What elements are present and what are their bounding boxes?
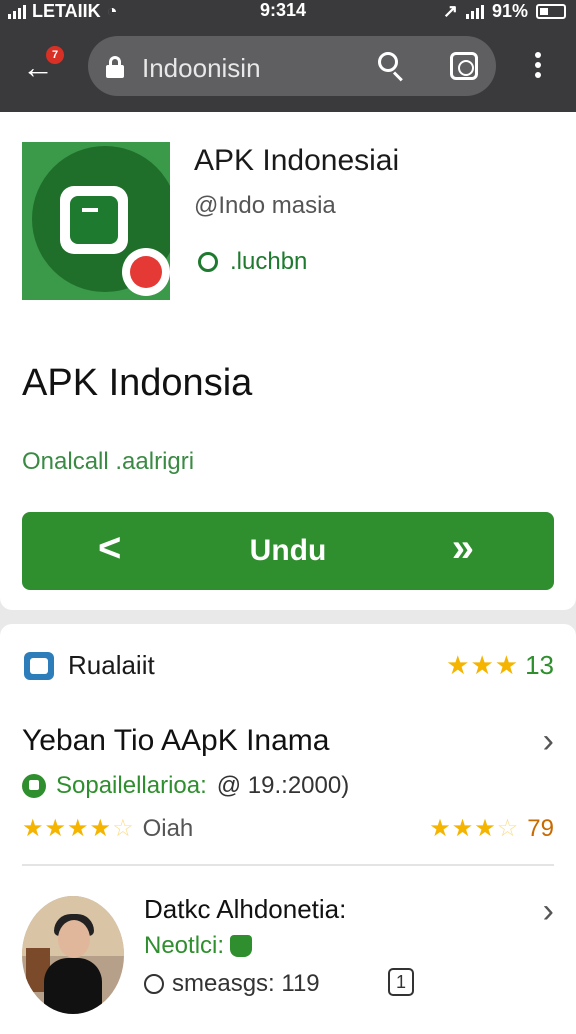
carrier-label: LETAIIK [32, 1, 101, 21]
cell-signal-icon [465, 4, 484, 19]
section-rating-stars: ★★★ [446, 650, 520, 680]
whatsapp-icon [22, 774, 46, 798]
review-rating-left: ★★★★☆ Oiah [22, 814, 193, 843]
status-right: ↗ 91% [443, 1, 566, 22]
location-icon: ↗ [442, 1, 458, 21]
menu-kebab-icon[interactable] [530, 52, 546, 82]
review-stars-right: ★★★☆ [429, 815, 520, 842]
download-label: Undu [249, 534, 327, 567]
details-card: Rualaiit ★★★ 13 Yeban Tio AApK Inama › S… [0, 624, 576, 1034]
user-subtitle-label: Neotlci: [144, 932, 225, 959]
review-meta: Sopailellarioa: @ 19.:2000) [22, 772, 349, 800]
back-badge: 7 [46, 46, 64, 64]
app-status: .luchbn [198, 248, 307, 276]
address-bar[interactable]: Indoonisin [88, 36, 496, 96]
section-rating: ★★★ 13 [446, 650, 554, 681]
app-developer[interactable]: @Indo masia [194, 192, 336, 220]
url-text[interactable]: Indoonisin [142, 53, 261, 84]
status-bar: LETAIIK ◔ 9:314 ↗ 91% [0, 0, 576, 24]
divider [22, 864, 554, 866]
status-time: 9:314 [260, 0, 307, 20]
user-badge[interactable]: 1 [388, 968, 414, 996]
page-subheading[interactable]: Onalcall .aalrigri [22, 448, 194, 476]
page-heading: APK Indonsia [22, 362, 253, 404]
status-left: LETAIIK ◔ [8, 1, 118, 22]
avatar[interactable] [22, 896, 124, 1014]
review-rating-right: ★★★☆ 79 [429, 814, 554, 843]
lock-icon [106, 56, 124, 78]
app-logo-icon [22, 142, 170, 300]
chevron-right-icon[interactable]: › [543, 722, 554, 761]
search-icon[interactable] [378, 52, 406, 82]
tabs-icon[interactable] [450, 52, 478, 80]
user-meta: smeasgs: 119 [144, 970, 320, 998]
user-title[interactable]: Datkc Alhdonetia: [144, 894, 346, 925]
signal-icon [8, 4, 26, 19]
download-button[interactable]: < Undu » [22, 512, 554, 590]
meta-ring-icon [144, 974, 164, 994]
section-rating-value: 13 [525, 650, 554, 680]
wifi-icon: ◔ [106, 1, 118, 21]
chevron-right-icon[interactable]: › [543, 892, 554, 931]
section-title: Rualaiit [68, 650, 155, 680]
review-stars-left-text: Oiah [142, 814, 194, 842]
review-meta-value: @ 19.:2000) [216, 772, 350, 799]
status-ring-icon [198, 252, 218, 272]
battery-percent: 91% [491, 1, 528, 21]
review-stars-left: ★★★★☆ [22, 815, 135, 842]
user-tag-icon [230, 935, 253, 957]
app-card: APK Indonesiai @Indo masia .luchbn APK I… [0, 112, 576, 610]
review-stars-right-value: 79 [527, 814, 554, 842]
user-meta-text: smeasgs: 119 [172, 970, 320, 997]
double-chevron-right-icon[interactable]: » [452, 526, 474, 571]
review-title[interactable]: Yeban Tio AApK Inama [22, 724, 329, 758]
user-subtitle: Neotlci: [144, 932, 253, 960]
app-status-label: .luchbn [230, 248, 308, 275]
battery-icon [536, 4, 566, 19]
section-app-icon [24, 652, 54, 680]
browser-toolbar: ← 7 Indoonisin [0, 24, 576, 112]
app-title: APK Indonesiai [194, 144, 400, 177]
review-meta-label: Sopailellarioa: [56, 772, 207, 799]
